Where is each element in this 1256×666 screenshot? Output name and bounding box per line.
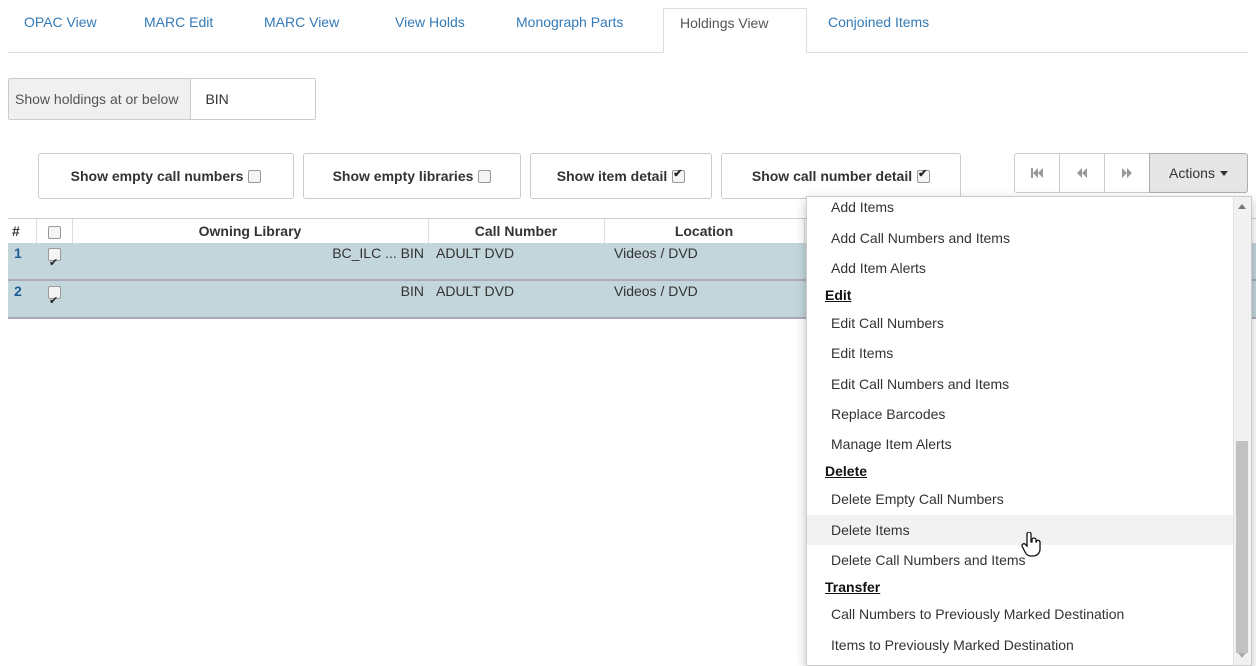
show-call-number-detail-toggle[interactable]: Show call number detail [721,153,961,199]
tab-marc-view[interactable]: MARC View [248,8,355,52]
first-page-icon [1031,168,1043,178]
row-checkbox-cell[interactable] [48,273,68,309]
tab-marc-edit[interactable]: MARC Edit [128,8,229,52]
tab-opac-view[interactable]: OPAC View [8,8,113,52]
scroll-up-arrow-icon[interactable] [1238,204,1246,209]
toggle-label: Show call number detail [751,168,913,184]
scroll-thumb[interactable] [1236,441,1248,653]
tab-view-holds[interactable]: View Holds [379,8,481,52]
checkbox[interactable] [672,167,686,183]
menu-scrollbar[interactable] [1233,197,1251,665]
menu-item-call-numbers-to-marked-destination[interactable]: Call Numbers to Previously Marked Destin… [807,599,1233,629]
checkbox[interactable] [478,169,492,183]
menu-item-add-item-alerts[interactable]: Add Item Alerts [807,253,1233,283]
actions-label: Actions [1169,165,1215,181]
row-number[interactable]: 1 [14,235,34,271]
menu-header-edit: Edit [825,287,852,303]
previous-page-icon [1077,168,1087,178]
owning-library-cell: BIN [400,283,424,299]
tab-holdings-view[interactable]: Holdings View [663,8,807,53]
holdings-filter: Show holdings at or below BIN [8,78,317,120]
previous-page-button[interactable] [1059,153,1105,193]
menu-item-add-call-numbers-and-items[interactable]: Add Call Numbers and Items [807,223,1233,253]
row-checkbox-cell[interactable] [48,235,68,271]
checkbox[interactable] [917,167,931,183]
org-unit-selector[interactable]: BIN [191,79,316,119]
location-cell: Videos / DVD [614,283,698,299]
actions-dropdown-menu: Add Items Add Call Numbers and Items Add… [806,196,1252,666]
checkbox[interactable] [248,169,262,183]
menu-item-manage-item-alerts[interactable]: Manage Item Alerts [807,429,1233,459]
tab-monograph-parts[interactable]: Monograph Parts [500,8,639,52]
holdings-filter-label: Show holdings at or below [9,79,192,119]
grid-pager: Actions [1014,153,1248,193]
row-checkbox[interactable] [48,245,61,271]
location-cell: Videos / DVD [614,245,698,261]
menu-item-add-items[interactable]: Add Items [807,197,1233,222]
call-number-cell: ADULT DVD [436,283,515,299]
show-empty-call-numbers-toggle[interactable]: Show empty call numbers [38,153,294,199]
show-item-detail-toggle[interactable]: Show item detail [530,153,712,199]
row-number[interactable]: 2 [14,273,34,309]
row-checkbox[interactable] [48,283,61,309]
menu-item-items-to-marked-destination[interactable]: Items to Previously Marked Destination [807,630,1233,660]
caret-down-icon [1219,170,1228,176]
menu-item-edit-items[interactable]: Edit Items [807,338,1233,368]
toggle-label: Show empty libraries [332,168,474,184]
menu-item-replace-barcodes[interactable]: Replace Barcodes [807,399,1233,429]
call-number-cell: ADULT DVD [436,245,515,261]
menu-item-edit-call-numbers[interactable]: Edit Call Numbers [807,308,1233,338]
record-tabs: OPAC View MARC Edit MARC View View Holds… [8,8,1248,53]
menu-item-edit-call-numbers-and-items[interactable]: Edit Call Numbers and Items [807,369,1233,399]
next-page-button[interactable] [1104,153,1150,193]
toggle-label: Show empty call numbers [70,168,244,184]
toggle-label: Show item detail [556,168,668,184]
menu-header-transfer: Transfer [825,579,881,595]
owning-library-cell: BC_ILC ... BIN [332,245,424,261]
actions-dropdown-button[interactable]: Actions [1149,153,1248,193]
next-page-icon [1122,168,1132,178]
first-page-button[interactable] [1014,153,1060,193]
menu-header-delete: Delete [825,463,868,479]
scroll-down-arrow-icon[interactable] [1238,653,1246,658]
hand-pointer-cursor-icon [1020,531,1042,565]
show-empty-libraries-toggle[interactable]: Show empty libraries [303,153,521,199]
menu-item-delete-empty-call-numbers[interactable]: Delete Empty Call Numbers [807,484,1233,514]
tab-conjoined-items[interactable]: Conjoined Items [812,8,945,52]
